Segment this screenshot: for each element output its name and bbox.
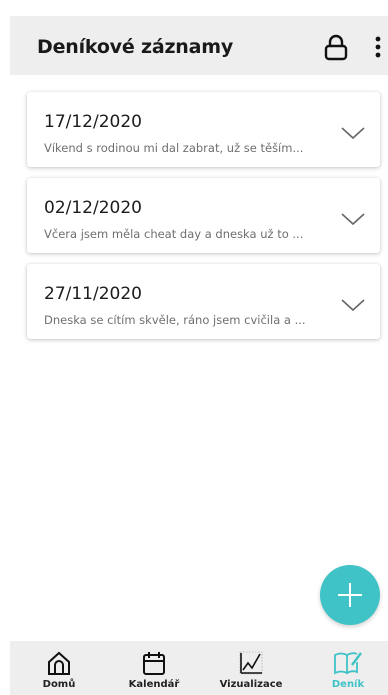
plus-icon — [338, 583, 362, 607]
page-title: Deníkové záznamy — [37, 36, 234, 58]
chevron-down-icon[interactable] — [340, 298, 366, 312]
entry-date: 17/12/2020 — [44, 112, 142, 132]
entry-preview: Víkend s rodinou mi dal zabrat, už se tě… — [44, 141, 304, 155]
diary-entry-card[interactable]: 27/11/2020 Dneska se cítím skvěle, ráno … — [27, 264, 380, 339]
diary-entry-card[interactable]: 17/12/2020 Víkend s rodinou mi dal zabra… — [27, 92, 380, 167]
nav-label-diary: Deník — [331, 679, 365, 690]
diary-entry-card[interactable]: 02/12/2020 Včera jsem měla cheat day a d… — [27, 178, 380, 253]
bottom-navigation: Domů Kalendář Vizualizace Deník — [10, 641, 388, 695]
entry-date: 02/12/2020 — [44, 198, 142, 218]
nav-item-calendar[interactable]: Kalendář — [109, 641, 199, 695]
lock-icon — [324, 34, 348, 61]
lock-button[interactable] — [323, 34, 349, 62]
diary-icon — [334, 652, 362, 675]
home-icon — [48, 651, 70, 675]
more-menu-button[interactable] — [373, 35, 383, 61]
nav-label-calendar: Kalendář — [128, 679, 180, 690]
screen: Deníkové záznamy 17/12/2020 Víkend s rod… — [0, 0, 388, 695]
chevron-down-icon[interactable] — [340, 126, 366, 140]
calendar-icon — [143, 652, 165, 675]
add-entry-button[interactable] — [320, 565, 380, 625]
nav-label-visualization: Vizualizace — [219, 679, 283, 690]
app-header: Deníkové záznamy — [10, 16, 388, 75]
entry-preview: Dneska se cítím skvěle, ráno jsem cvičil… — [44, 313, 306, 327]
entry-date: 27/11/2020 — [44, 284, 142, 304]
nav-item-home[interactable]: Domů — [14, 641, 104, 695]
nav-item-visualization[interactable]: Vizualizace — [206, 641, 296, 695]
entry-preview: Včera jsem měla cheat day a dneska už to… — [44, 227, 304, 241]
nav-label-home: Domů — [42, 679, 76, 690]
chevron-down-icon[interactable] — [340, 212, 366, 226]
more-vertical-icon — [375, 36, 381, 58]
chart-icon — [239, 651, 263, 675]
nav-item-diary[interactable]: Deník — [303, 641, 388, 695]
diary-entry-list: 17/12/2020 Víkend s rodinou mi dal zabra… — [27, 92, 380, 350]
